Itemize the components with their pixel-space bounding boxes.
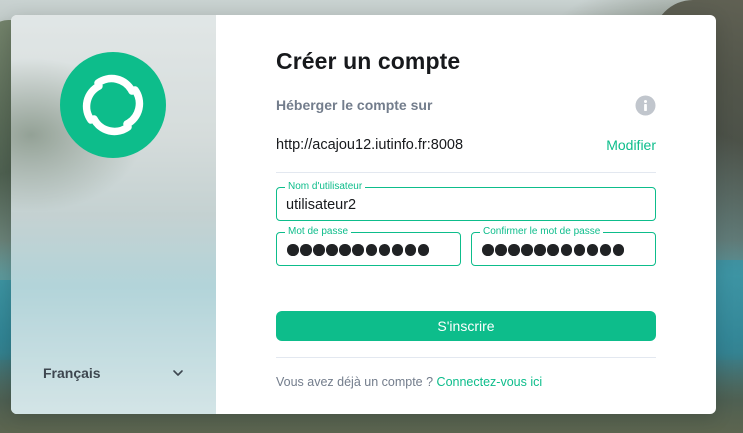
password-dot — [586, 244, 599, 256]
password-dot — [378, 244, 391, 256]
password-dot — [508, 244, 520, 256]
password-label: Mot de passe — [285, 226, 352, 238]
password-dot — [404, 244, 417, 256]
register-button[interactable]: S'inscrire — [276, 311, 656, 341]
username-value: utilisateur2 — [286, 197, 357, 213]
password-dot — [547, 244, 559, 256]
info-icon[interactable] — [635, 95, 656, 116]
register-card: Français Créer un compte Héberger le com… — [11, 15, 716, 414]
password-field[interactable]: Mot de passe — [276, 226, 461, 266]
server-url: http://acajou12.iutinfo.fr:8008 — [276, 137, 464, 153]
host-label: Héberger le compte sur — [276, 97, 433, 113]
password-dot — [339, 244, 351, 256]
password-dot — [612, 244, 625, 256]
divider — [276, 357, 656, 358]
confirm-password-mask — [482, 244, 625, 256]
password-dot — [495, 244, 507, 256]
password-dot — [560, 244, 573, 256]
password-dot — [573, 244, 586, 256]
login-prompt-line: Vous avez déjà un compte ? Connectez-vou… — [276, 375, 542, 389]
password-dot — [534, 244, 546, 256]
page-title: Créer un compte — [276, 48, 461, 74]
divider — [276, 172, 656, 173]
password-dot — [391, 244, 404, 256]
password-dot — [521, 244, 533, 256]
password-dot — [482, 244, 494, 256]
password-dot — [417, 244, 430, 256]
element-logo-icon — [60, 52, 166, 158]
chevron-down-icon — [173, 370, 183, 376]
password-dot — [599, 244, 612, 256]
password-dot — [287, 244, 299, 256]
password-dot — [326, 244, 338, 256]
modify-server-link[interactable]: Modifier — [606, 137, 656, 153]
confirm-password-field[interactable]: Confirmer le mot de passe — [471, 226, 656, 266]
password-dot — [352, 244, 364, 256]
language-label: Français — [43, 365, 101, 381]
language-selector[interactable]: Français — [43, 363, 185, 383]
confirm-password-label: Confirmer le mot de passe — [480, 226, 604, 238]
username-field[interactable]: Nom d'utilisateur utilisateur2 — [276, 181, 656, 221]
password-dot — [313, 244, 325, 256]
password-dot — [300, 244, 312, 256]
login-prompt-text: Vous avez déjà un compte ? — [276, 375, 434, 389]
password-dot — [365, 244, 378, 256]
login-link[interactable]: Connectez-vous ici — [437, 375, 543, 389]
username-label: Nom d'utilisateur — [285, 181, 366, 193]
register-form-panel: Créer un compte Héberger le compte sur h… — [216, 15, 716, 414]
password-mask — [287, 244, 430, 256]
branding-panel: Français — [11, 15, 216, 414]
